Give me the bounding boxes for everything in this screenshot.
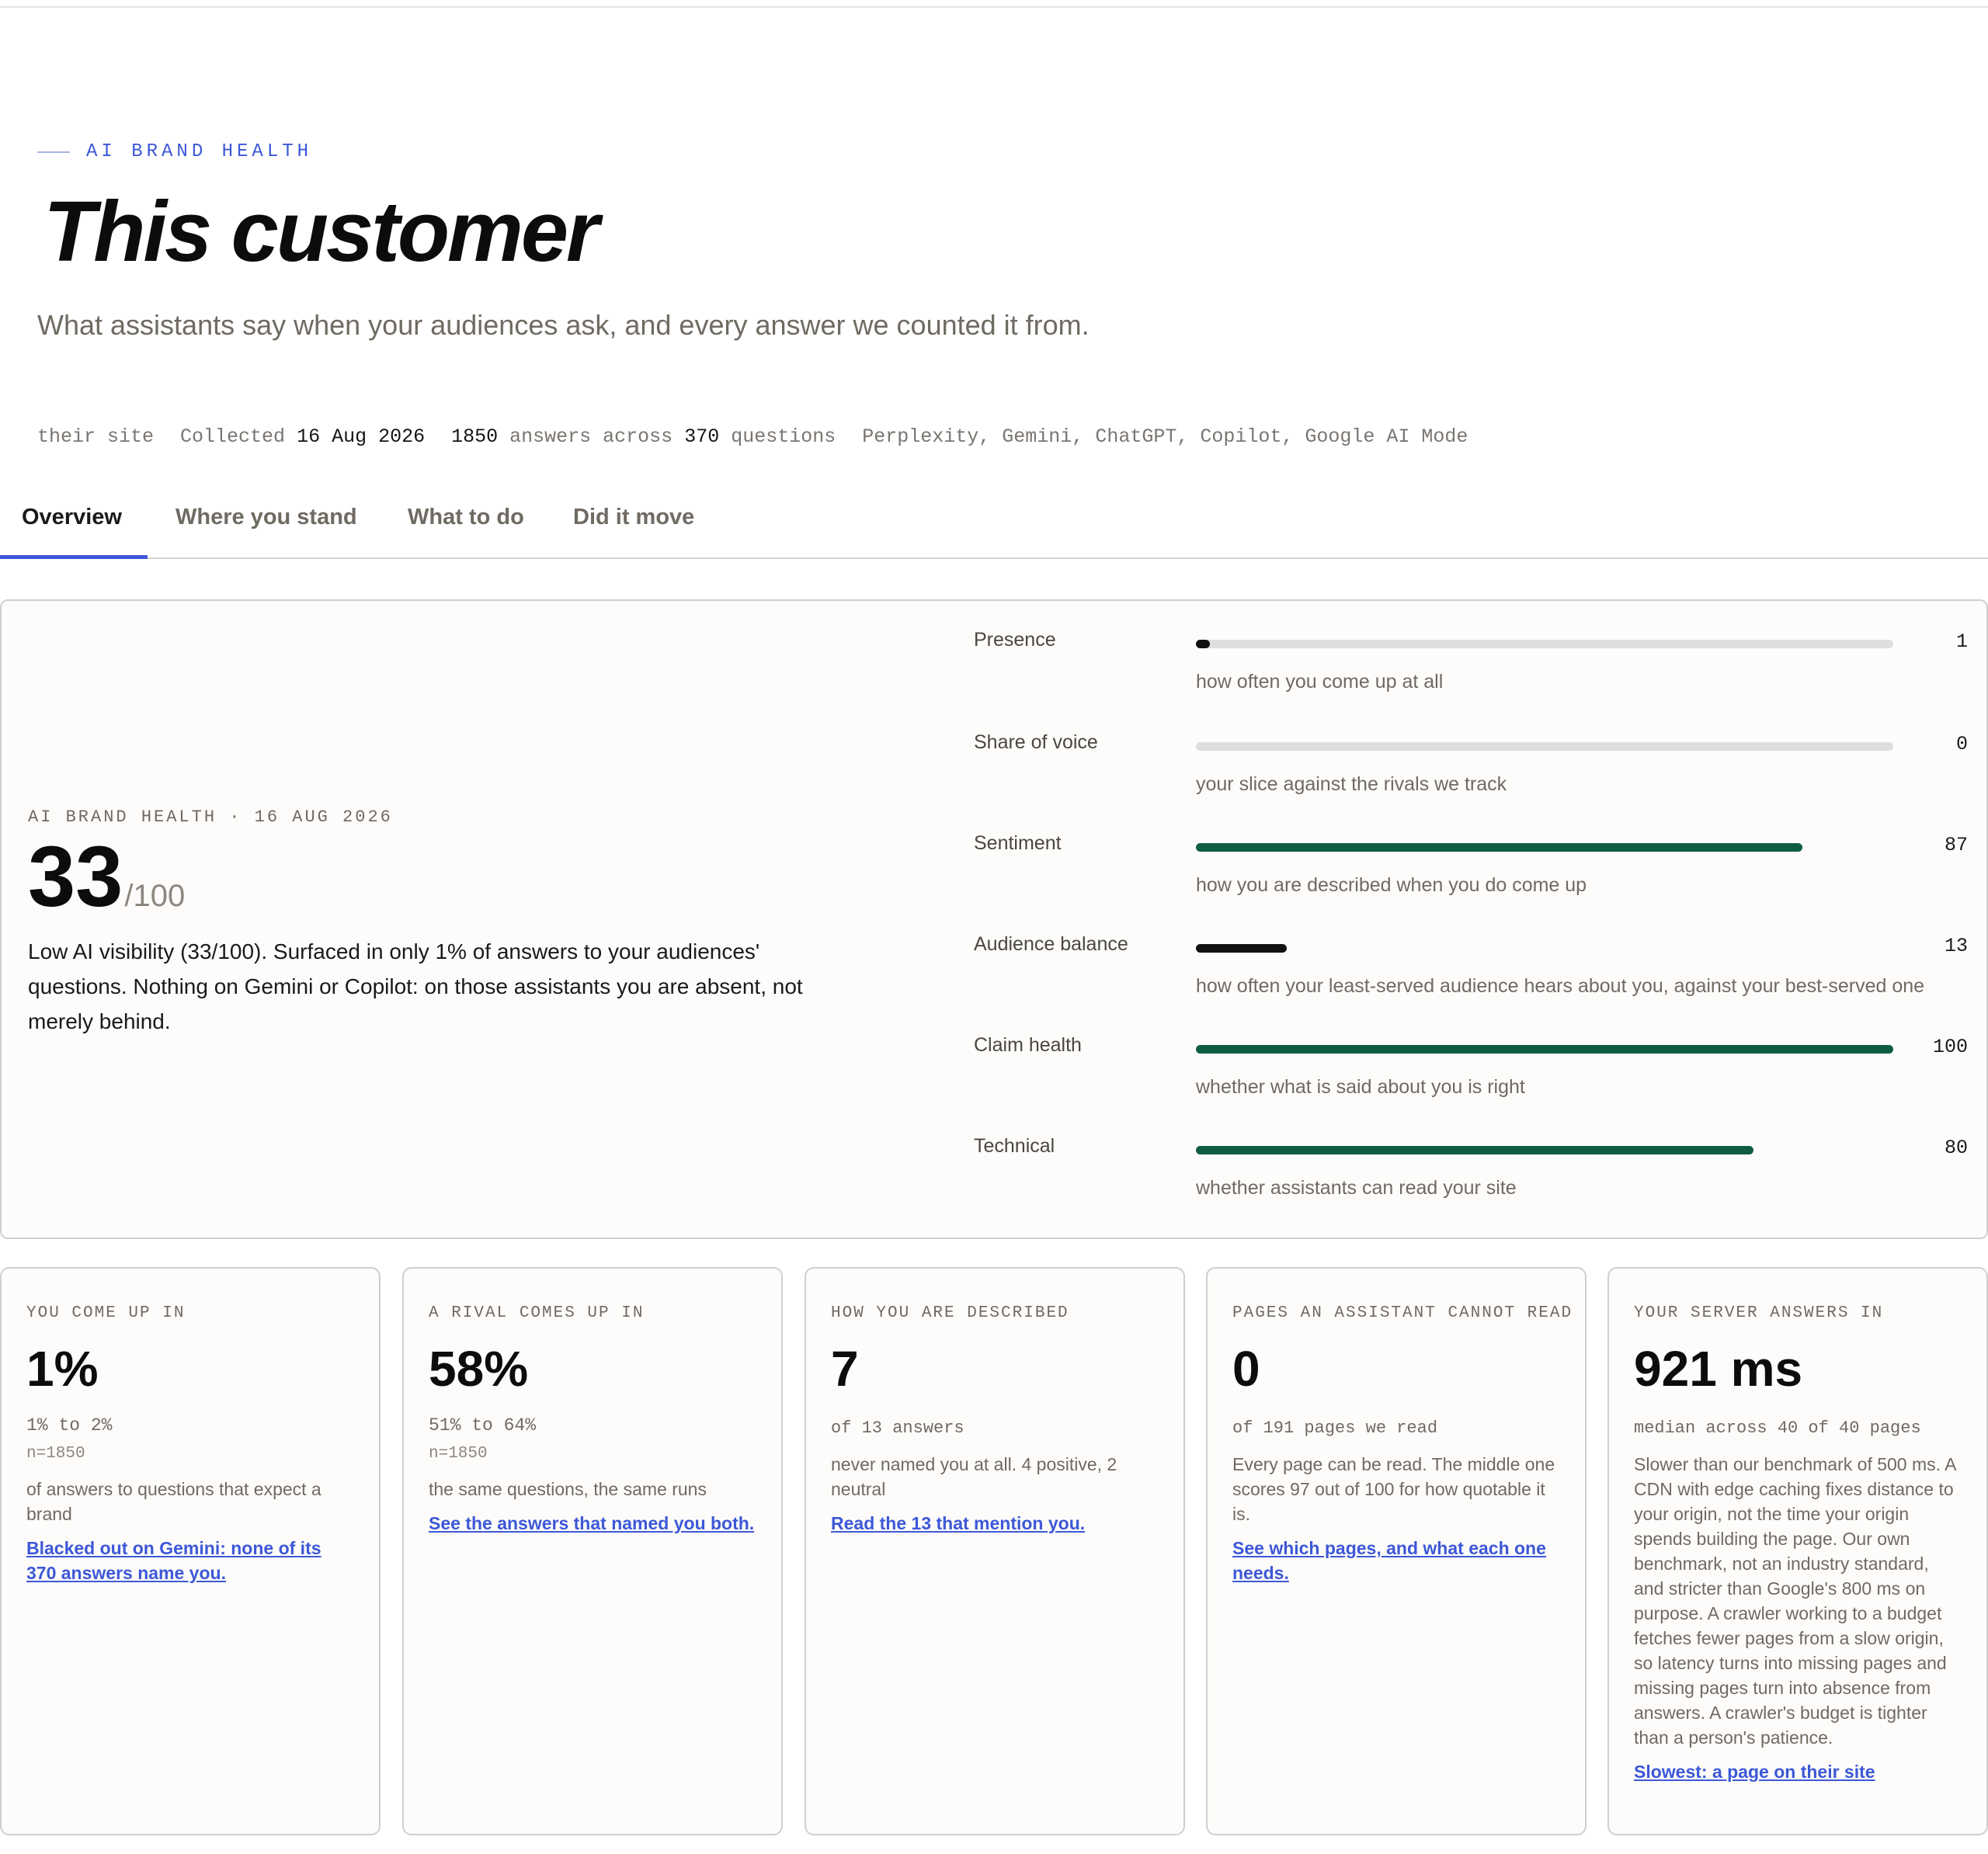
metric-name: Sentiment xyxy=(974,832,1062,854)
card-link[interactable]: See which pages, and what each one needs… xyxy=(1232,1536,1560,1585)
card-text: Slower than our benchmark of 500 ms. A C… xyxy=(1634,1454,1956,1748)
meta-answers-label: answers across xyxy=(509,425,673,448)
metric-technical: Technical 80 whether assistants can read… xyxy=(974,1135,1976,1228)
card-value: 921 ms xyxy=(1634,1341,1803,1397)
page-title: This customer xyxy=(43,184,600,279)
metric-track xyxy=(1196,640,1893,648)
card-sample-size: n=1850 xyxy=(429,1445,488,1463)
card-text: of answers to questions that expect a br… xyxy=(26,1479,321,1524)
metric-description: how often you come up at all xyxy=(1196,671,1444,693)
metric-audience-balance: Audience balance 13 how often your least… xyxy=(974,933,1976,1026)
tab-what-to-do[interactable]: What to do xyxy=(408,505,524,530)
score-denominator: /100 xyxy=(124,879,186,913)
card-link[interactable]: Blacked out on Gemini: none of its 370 a… xyxy=(26,1536,354,1585)
metric-name: Presence xyxy=(974,629,1056,651)
eyebrow-rule xyxy=(37,151,70,153)
meta-answers: 1850 xyxy=(451,425,499,448)
metric-description: how often your least-served audience hea… xyxy=(1196,975,1925,997)
metric-fill xyxy=(1196,1045,1893,1054)
card-you-come-up-in: YOU COME UP IN 1% 1% to 2% n=1850 of ans… xyxy=(0,1267,381,1835)
score-value: 33 xyxy=(28,829,123,925)
card-server-answers-in: YOUR SERVER ANSWERS IN 921 ms median acr… xyxy=(1607,1267,1988,1835)
metric-description: whether what is said about you is right xyxy=(1196,1076,1525,1098)
metric-name: Technical xyxy=(974,1135,1055,1157)
metric-name: Share of voice xyxy=(974,731,1098,753)
card-text: the same questions, the same runs xyxy=(429,1479,707,1499)
card-label: A RIVAL COMES UP IN xyxy=(429,1304,645,1322)
eyebrow: AI BRAND HEALTH xyxy=(37,141,312,162)
eyebrow-text: AI BRAND HEALTH xyxy=(86,141,313,162)
card-label: YOU COME UP IN xyxy=(26,1304,186,1322)
card-range: 1% to 2% xyxy=(26,1415,113,1436)
tab-bar: Overview Where you stand What to do Did … xyxy=(0,497,1988,559)
meta-collected-date: 16 Aug 2026 xyxy=(297,425,426,448)
metric-value: 80 xyxy=(1944,1137,1968,1159)
card-sample-size: n=1850 xyxy=(26,1445,85,1463)
metric-fill xyxy=(1196,640,1210,648)
brand-health-panel: AI BRAND HEALTH · 16 AUG 2026 33 /100 Lo… xyxy=(0,599,1988,1239)
card-link[interactable]: Read the 13 that mention you. xyxy=(831,1511,1159,1536)
card-label: HOW YOU ARE DESCRIBED xyxy=(831,1304,1069,1322)
metric-value: 100 xyxy=(1932,1036,1968,1058)
metric-claim-health: Claim health 100 whether what is said ab… xyxy=(974,1034,1976,1127)
meta-questions: 370 xyxy=(684,425,720,448)
meta-site: their site xyxy=(37,425,155,448)
metric-value: 87 xyxy=(1944,834,1968,856)
metric-value: 13 xyxy=(1944,935,1968,957)
card-label: PAGES AN ASSISTANT CANNOT READ xyxy=(1232,1304,1573,1322)
card-of-line: median across 40 of 40 pages xyxy=(1634,1418,1921,1438)
card-value: 58% xyxy=(429,1341,529,1397)
metric-description: whether assistants can read your site xyxy=(1196,1177,1517,1199)
tab-where-you-stand[interactable]: Where you stand xyxy=(176,505,357,530)
card-value: 7 xyxy=(831,1341,859,1397)
card-of-line: of 13 answers xyxy=(831,1418,964,1438)
card-link[interactable]: Slowest: a page on their site xyxy=(1634,1759,1962,1784)
score-summary: Low AI visibility (33/100). Surfaced in … xyxy=(28,939,803,1033)
card-range: 51% to 64% xyxy=(429,1415,537,1436)
metric-track xyxy=(1196,742,1893,751)
metric-track xyxy=(1196,1146,1893,1154)
metric-track xyxy=(1196,1045,1893,1054)
metric-value: 0 xyxy=(1955,733,1968,755)
collection-meta: their site Collected 16 Aug 2026 1850 answ… xyxy=(37,425,1468,448)
card-value: 1% xyxy=(26,1341,99,1397)
page-subtitle: What assistants say when your audiences … xyxy=(37,309,1090,341)
tab-overview[interactable]: Overview xyxy=(22,505,122,530)
meta-questions-label: questions xyxy=(731,425,836,448)
metric-share-of-voice: Share of voice 0 your slice against the … xyxy=(974,731,1976,825)
metric-fill xyxy=(1196,843,1803,852)
metric-name: Audience balance xyxy=(974,933,1128,955)
active-tab-indicator xyxy=(0,555,148,559)
card-text: never named you at all. 4 positive, 2 ne… xyxy=(831,1454,1117,1499)
metric-track xyxy=(1196,944,1893,953)
card-how-you-are-described: HOW YOU ARE DESCRIBED 7 of 13 answers ne… xyxy=(805,1267,1185,1835)
metric-fill xyxy=(1196,1146,1754,1154)
score-line: 33 /100 xyxy=(28,835,836,920)
score-label: AI BRAND HEALTH · 16 AUG 2026 xyxy=(28,807,393,827)
metric-description: how you are described when you do come u… xyxy=(1196,874,1587,896)
card-text: Every page can be read. The middle one s… xyxy=(1232,1454,1555,1524)
card-label: YOUR SERVER ANSWERS IN xyxy=(1634,1304,1884,1322)
metric-name: Claim health xyxy=(974,1034,1082,1056)
card-link[interactable]: See the answers that named you both. xyxy=(429,1511,756,1536)
tab-did-it-move[interactable]: Did it move xyxy=(573,505,694,530)
metric-value: 1 xyxy=(1955,630,1968,653)
meta-collected-label: Collected xyxy=(180,425,286,448)
score-block: AI BRAND HEALTH · 16 AUG 2026 33 /100 Lo… xyxy=(28,807,836,1039)
metric-sentiment: Sentiment 87 how you are described when … xyxy=(974,832,1976,925)
card-of-line: of 191 pages we read xyxy=(1232,1418,1438,1438)
meta-assistants: Perplexity, Gemini, ChatGPT, Copilot, Go… xyxy=(862,425,1468,448)
card-value: 0 xyxy=(1232,1341,1260,1397)
metric-track xyxy=(1196,843,1893,852)
card-rival-comes-up-in: A RIVAL COMES UP IN 58% 51% to 64% n=185… xyxy=(402,1267,783,1835)
card-pages-cannot-read: PAGES AN ASSISTANT CANNOT READ 0 of 191 … xyxy=(1206,1267,1587,1835)
metric-presence: Presence 1 how often you come up at all xyxy=(974,629,1976,722)
metric-description: your slice against the rivals we track xyxy=(1196,773,1507,795)
top-divider xyxy=(0,6,1988,8)
metric-fill xyxy=(1196,944,1287,953)
